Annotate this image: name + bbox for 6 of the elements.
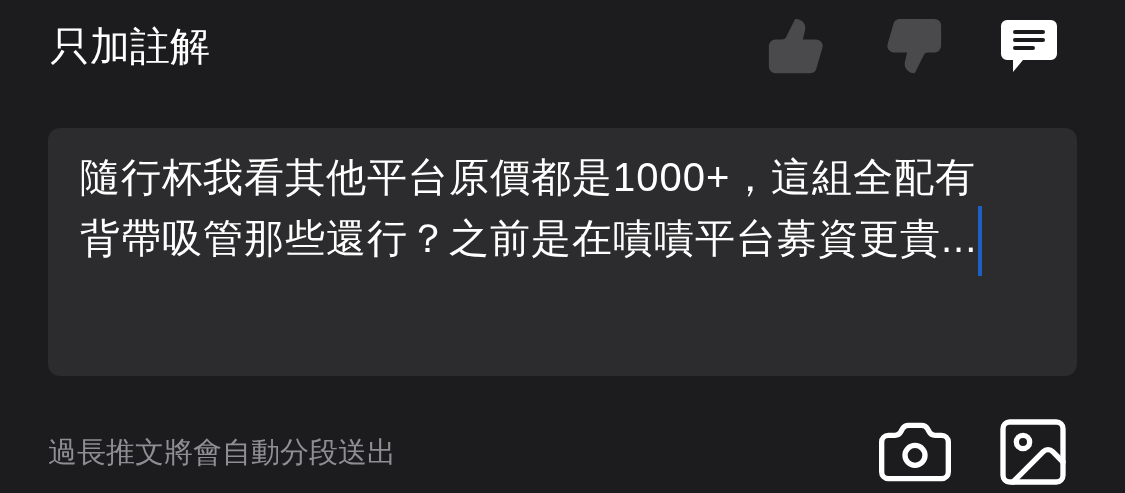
comment-field[interactable]: 隨行杯我看其他平台原價都是1000+，這組全配有背帶吸管那些還行？之前是在嘖嘖平台募資更貴...	[48, 128, 1077, 376]
comment-text: 隨行杯我看其他平台原價都是1000+，這組全配有背帶吸管那些還行？之前是在嘖嘖平台募資更貴...	[80, 155, 978, 260]
text-cursor	[978, 206, 983, 276]
hint-text: 過長推文將會自動分段送出	[48, 435, 396, 470]
comment-icon[interactable]	[999, 18, 1059, 74]
mode-title: 只加註解	[50, 23, 210, 70]
